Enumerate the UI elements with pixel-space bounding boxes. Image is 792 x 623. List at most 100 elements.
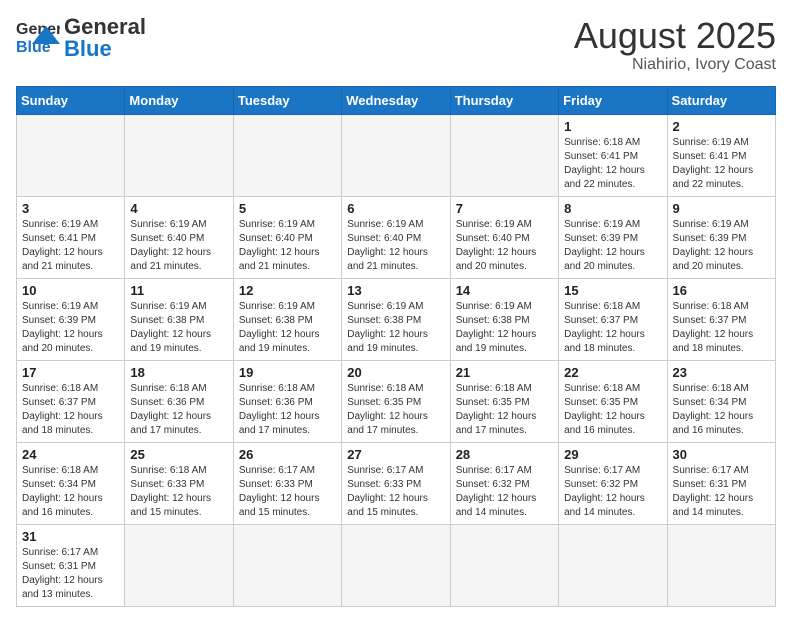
calendar-week-row: 24 Sunrise: 6:18 AM Sunset: 6:34 PM Dayli… <box>17 442 776 524</box>
day-number: 5 <box>239 201 336 216</box>
day-number: 24 <box>22 447 119 462</box>
calendar-day-cell: 26 Sunrise: 6:17 AM Sunset: 6:33 PM Dayli… <box>233 442 341 524</box>
logo: General Blue General Blue <box>16 16 146 60</box>
day-info: Sunrise: 6:17 AM Sunset: 6:33 PM Dayligh… <box>239 464 336 520</box>
calendar-week-row: 31Sunrise: 6:17 AM Sunset: 6:31 PM Dayli… <box>17 524 776 606</box>
day-number: 11 <box>130 283 227 298</box>
day-number: 7 <box>456 201 553 216</box>
day-number: 19 <box>239 365 336 380</box>
day-info: Sunrise: 6:17 AM Sunset: 6:31 PM Dayligh… <box>673 464 770 520</box>
calendar-day-cell: 14 Sunrise: 6:19 AM Sunset: 6:38 PM Dayli… <box>450 278 558 360</box>
calendar-day-cell: 18Sunrise: 6:18 AM Sunset: 6:36 PM Dayli… <box>125 360 233 442</box>
day-info: Sunrise: 6:19 AM Sunset: 6:40 PM Dayligh… <box>456 218 553 274</box>
calendar-day-cell <box>125 114 233 196</box>
calendar-day-cell <box>342 114 450 196</box>
day-number: 18 <box>130 365 227 380</box>
calendar-day-cell: 1 Sunrise: 6:18 AM Sunset: 6:41 PM Daylig… <box>559 114 667 196</box>
day-info: Sunrise: 6:19 AM Sunset: 6:38 PM Dayligh… <box>239 300 336 356</box>
day-number: 14 <box>456 283 553 298</box>
day-info: Sunrise: 6:19 AM Sunset: 6:38 PM Dayligh… <box>130 300 227 356</box>
weekday-header-tuesday: Tuesday <box>233 86 341 114</box>
day-number: 16 <box>673 283 770 298</box>
day-number: 6 <box>347 201 444 216</box>
day-info: Sunrise: 6:19 AM Sunset: 6:38 PM Dayligh… <box>347 300 444 356</box>
calendar-day-cell: 19Sunrise: 6:18 AM Sunset: 6:36 PM Dayli… <box>233 360 341 442</box>
calendar-day-cell: 5 Sunrise: 6:19 AM Sunset: 6:40 PM Daylig… <box>233 196 341 278</box>
day-number: 13 <box>347 283 444 298</box>
calendar-day-cell: 16 Sunrise: 6:18 AM Sunset: 6:37 PM Dayli… <box>667 278 775 360</box>
calendar-table: SundayMondayTuesdayWednesdayThursdayFrid… <box>16 86 776 607</box>
calendar-day-cell: 8 Sunrise: 6:19 AM Sunset: 6:39 PM Daylig… <box>559 196 667 278</box>
day-info: Sunrise: 6:18 AM Sunset: 6:33 PM Dayligh… <box>130 464 227 520</box>
calendar-day-cell: 6 Sunrise: 6:19 AM Sunset: 6:40 PM Daylig… <box>342 196 450 278</box>
calendar-day-cell: 27 Sunrise: 6:17 AM Sunset: 6:33 PM Dayli… <box>342 442 450 524</box>
day-number: 9 <box>673 201 770 216</box>
day-info: Sunrise: 6:18 AM Sunset: 6:34 PM Dayligh… <box>22 464 119 520</box>
day-number: 29 <box>564 447 661 462</box>
calendar-day-cell <box>125 524 233 606</box>
calendar-day-cell: 9Sunrise: 6:19 AM Sunset: 6:39 PM Daylig… <box>667 196 775 278</box>
day-number: 1 <box>564 119 661 134</box>
day-info: Sunrise: 6:18 AM Sunset: 6:35 PM Dayligh… <box>456 382 553 438</box>
calendar-day-cell: 22Sunrise: 6:18 AM Sunset: 6:35 PM Dayli… <box>559 360 667 442</box>
day-info: Sunrise: 6:18 AM Sunset: 6:41 PM Dayligh… <box>564 136 661 192</box>
day-info: Sunrise: 6:18 AM Sunset: 6:37 PM Dayligh… <box>564 300 661 356</box>
calendar-day-cell <box>342 524 450 606</box>
calendar-week-row: 1 Sunrise: 6:18 AM Sunset: 6:41 PM Daylig… <box>17 114 776 196</box>
day-info: Sunrise: 6:18 AM Sunset: 6:35 PM Dayligh… <box>347 382 444 438</box>
calendar-day-cell: 4 Sunrise: 6:19 AM Sunset: 6:40 PM Daylig… <box>125 196 233 278</box>
logo-label: General Blue <box>64 16 146 60</box>
day-info: Sunrise: 6:17 AM Sunset: 6:32 PM Dayligh… <box>564 464 661 520</box>
calendar-day-cell: 12Sunrise: 6:19 AM Sunset: 6:38 PM Dayli… <box>233 278 341 360</box>
calendar-day-cell: 24 Sunrise: 6:18 AM Sunset: 6:34 PM Dayli… <box>17 442 125 524</box>
logo-blue-text: Blue <box>64 38 146 60</box>
day-number: 2 <box>673 119 770 134</box>
day-info: Sunrise: 6:17 AM Sunset: 6:32 PM Dayligh… <box>456 464 553 520</box>
weekday-header-friday: Friday <box>559 86 667 114</box>
weekday-header-saturday: Saturday <box>667 86 775 114</box>
day-number: 15 <box>564 283 661 298</box>
calendar-day-cell: 20Sunrise: 6:18 AM Sunset: 6:35 PM Dayli… <box>342 360 450 442</box>
day-info: Sunrise: 6:19 AM Sunset: 6:41 PM Dayligh… <box>22 218 119 274</box>
day-number: 8 <box>564 201 661 216</box>
calendar-day-cell <box>667 524 775 606</box>
day-number: 28 <box>456 447 553 462</box>
calendar-day-cell: 29 Sunrise: 6:17 AM Sunset: 6:32 PM Dayli… <box>559 442 667 524</box>
calendar-day-cell <box>450 524 558 606</box>
calendar-day-cell: 25Sunrise: 6:18 AM Sunset: 6:33 PM Dayli… <box>125 442 233 524</box>
day-number: 21 <box>456 365 553 380</box>
day-info: Sunrise: 6:19 AM Sunset: 6:39 PM Dayligh… <box>22 300 119 356</box>
calendar-day-cell: 31Sunrise: 6:17 AM Sunset: 6:31 PM Dayli… <box>17 524 125 606</box>
day-info: Sunrise: 6:19 AM Sunset: 6:41 PM Dayligh… <box>673 136 770 192</box>
calendar-day-cell <box>233 114 341 196</box>
day-info: Sunrise: 6:18 AM Sunset: 6:37 PM Dayligh… <box>22 382 119 438</box>
month-year: August 2025 <box>574 16 776 56</box>
day-number: 30 <box>673 447 770 462</box>
page-header: General Blue General Blue August 2025 Ni… <box>16 16 776 74</box>
day-info: Sunrise: 6:19 AM Sunset: 6:40 PM Dayligh… <box>239 218 336 274</box>
calendar-day-cell: 11 Sunrise: 6:19 AM Sunset: 6:38 PM Dayli… <box>125 278 233 360</box>
day-info: Sunrise: 6:18 AM Sunset: 6:37 PM Dayligh… <box>673 300 770 356</box>
calendar-week-row: 17Sunrise: 6:18 AM Sunset: 6:37 PM Dayli… <box>17 360 776 442</box>
day-number: 27 <box>347 447 444 462</box>
weekday-header-wednesday: Wednesday <box>342 86 450 114</box>
calendar-day-cell: 23 Sunrise: 6:18 AM Sunset: 6:34 PM Dayli… <box>667 360 775 442</box>
day-info: Sunrise: 6:19 AM Sunset: 6:39 PM Dayligh… <box>564 218 661 274</box>
day-info: Sunrise: 6:18 AM Sunset: 6:34 PM Dayligh… <box>673 382 770 438</box>
calendar-day-cell: 15 Sunrise: 6:18 AM Sunset: 6:37 PM Dayli… <box>559 278 667 360</box>
calendar-day-cell: 2 Sunrise: 6:19 AM Sunset: 6:41 PM Daylig… <box>667 114 775 196</box>
weekday-header-monday: Monday <box>125 86 233 114</box>
calendar-day-cell <box>17 114 125 196</box>
logo-general-text: General <box>64 16 146 38</box>
calendar-day-cell: 30 Sunrise: 6:17 AM Sunset: 6:31 PM Dayli… <box>667 442 775 524</box>
day-info: Sunrise: 6:19 AM Sunset: 6:40 PM Dayligh… <box>130 218 227 274</box>
logo-svg: General Blue <box>16 16 60 60</box>
weekday-header-sunday: Sunday <box>17 86 125 114</box>
day-info: Sunrise: 6:17 AM Sunset: 6:33 PM Dayligh… <box>347 464 444 520</box>
day-number: 23 <box>673 365 770 380</box>
day-number: 26 <box>239 447 336 462</box>
day-info: Sunrise: 6:19 AM Sunset: 6:38 PM Dayligh… <box>456 300 553 356</box>
day-info: Sunrise: 6:19 AM Sunset: 6:40 PM Dayligh… <box>347 218 444 274</box>
svg-text:General: General <box>16 21 60 38</box>
day-number: 4 <box>130 201 227 216</box>
